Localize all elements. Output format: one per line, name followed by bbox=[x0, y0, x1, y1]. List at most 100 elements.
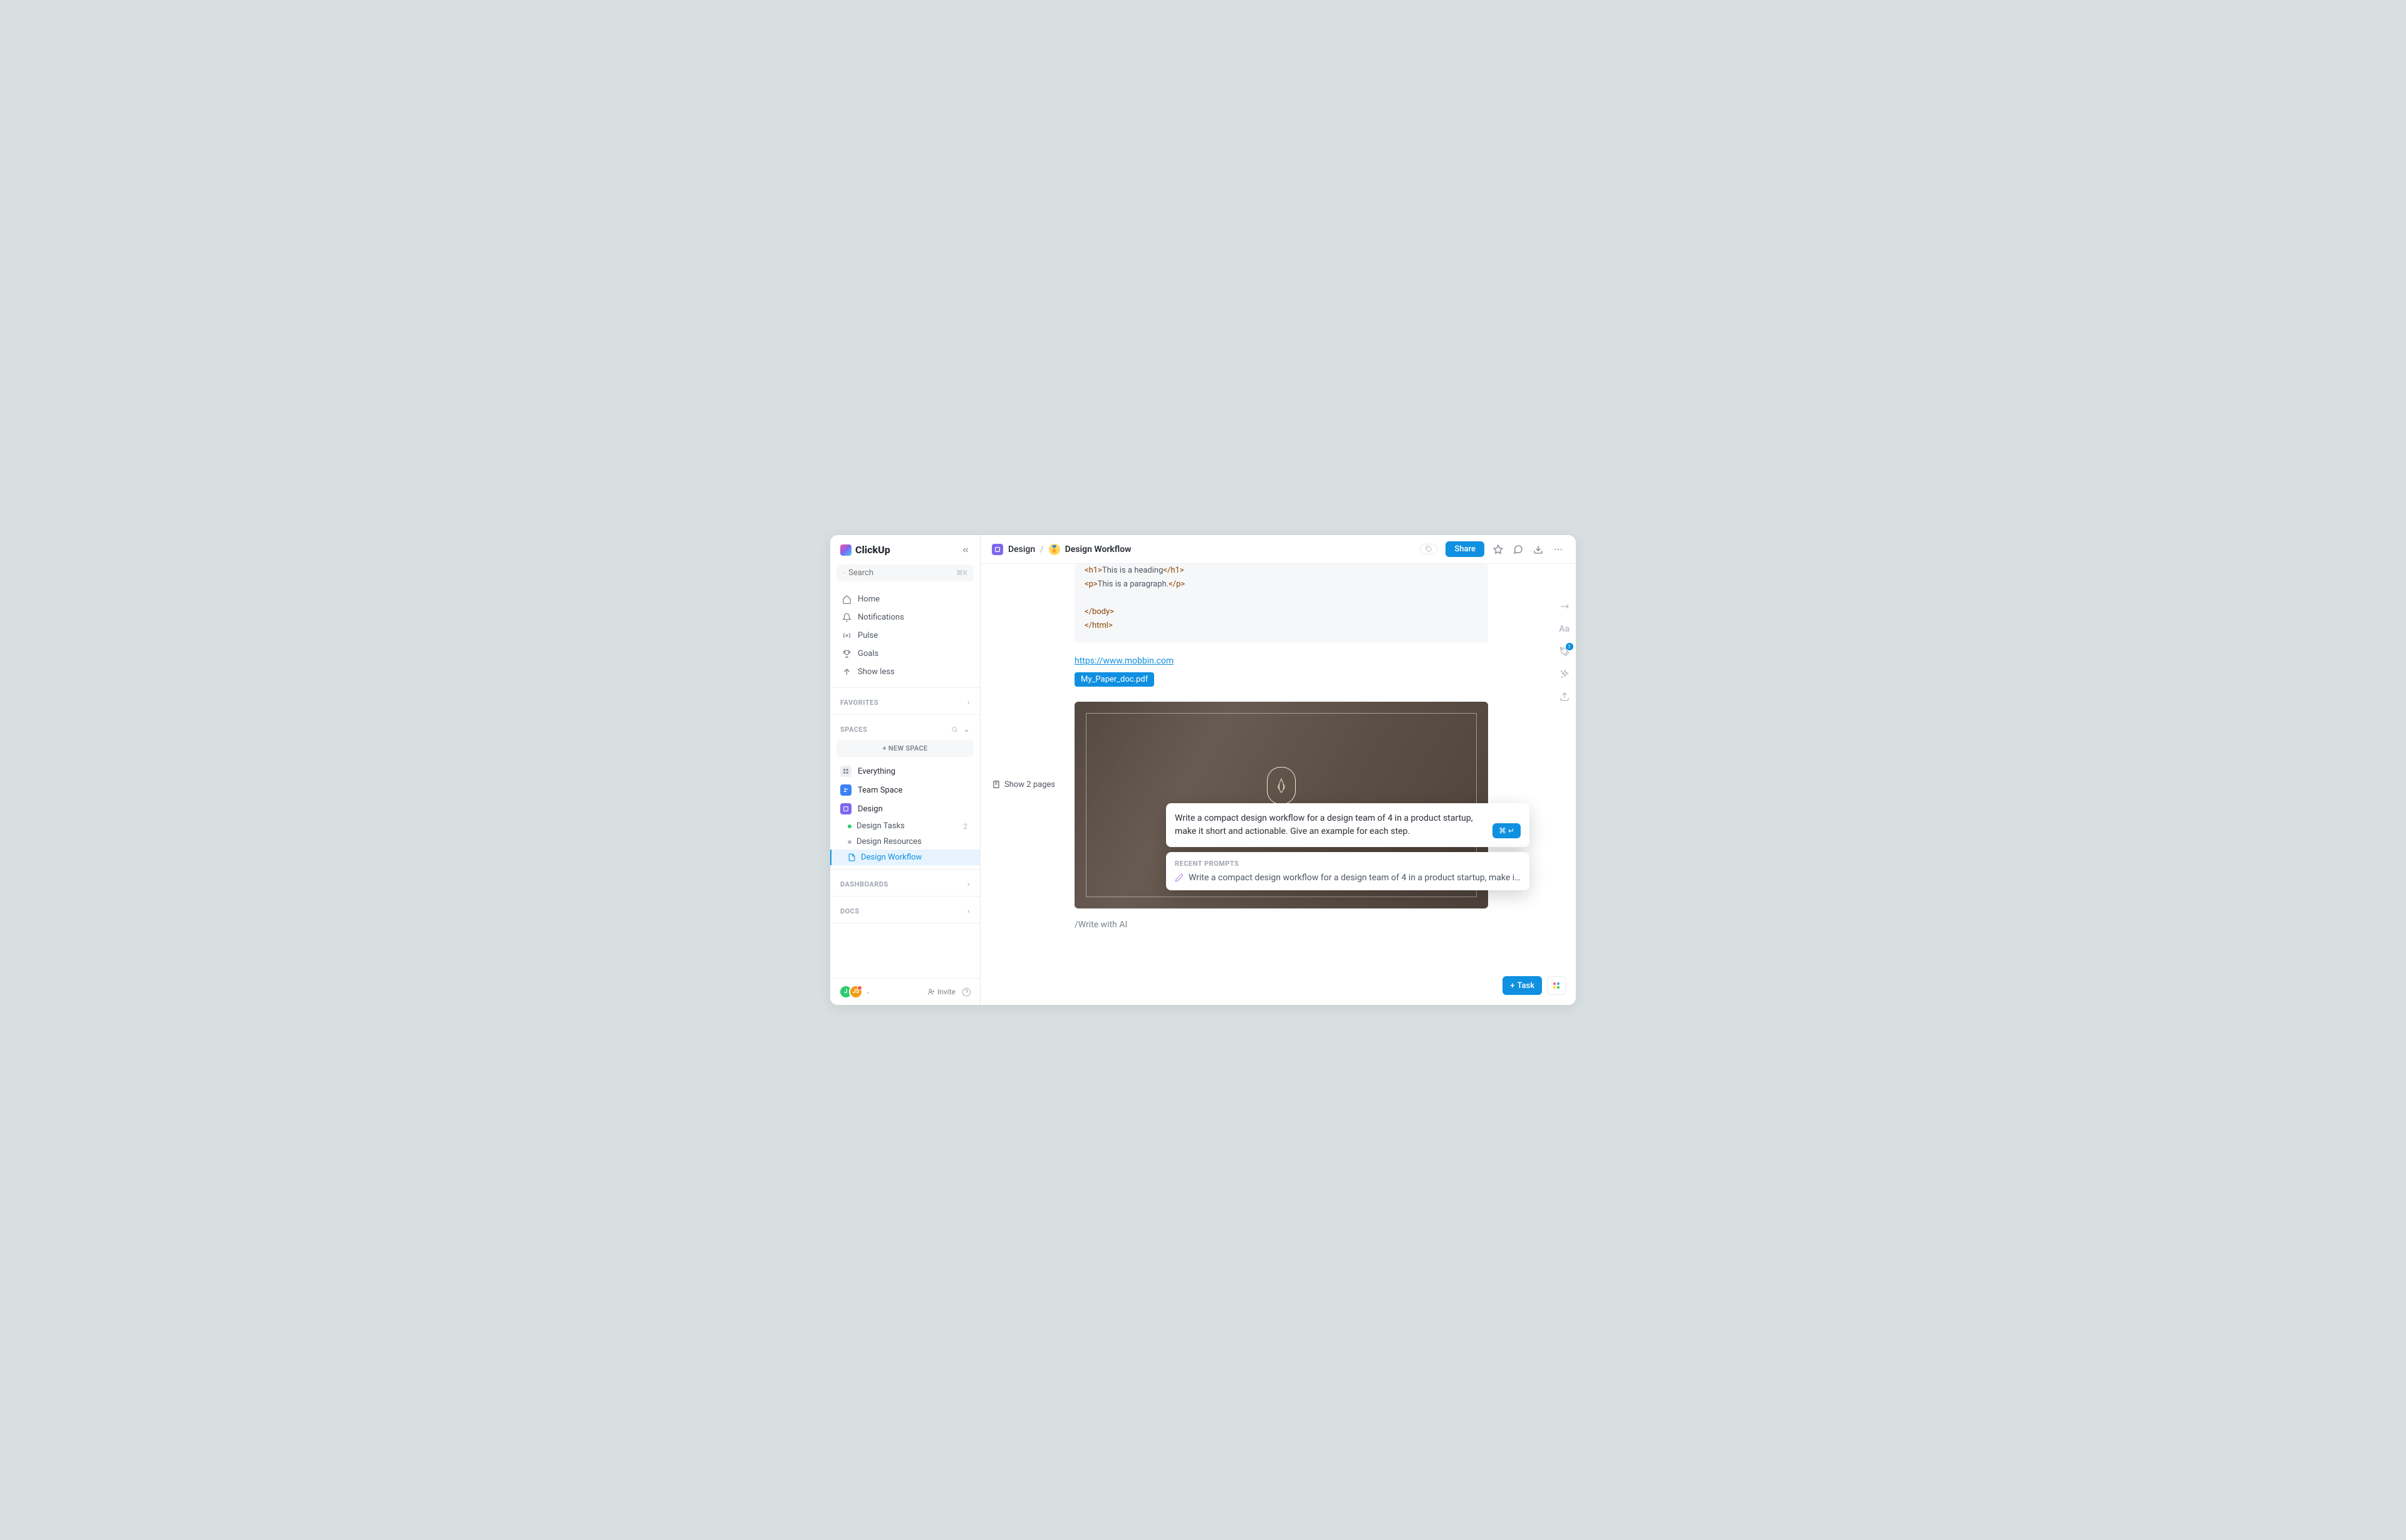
section-spaces[interactable]: SPACES ⌄ bbox=[830, 719, 980, 737]
design-space-icon bbox=[992, 544, 1003, 555]
invite-button[interactable]: Invite bbox=[927, 987, 956, 996]
ai-assist-icon[interactable] bbox=[1560, 647, 1570, 657]
nav-show-less[interactable]: Show less bbox=[830, 663, 980, 681]
help-icon[interactable] bbox=[962, 987, 971, 997]
task-button-label: Task bbox=[1517, 981, 1534, 991]
apps-grid-icon bbox=[1553, 982, 1560, 989]
nav-label: Goals bbox=[858, 649, 878, 658]
brand-logo[interactable]: ClickUp bbox=[840, 544, 890, 556]
invite-label: Invite bbox=[937, 987, 956, 996]
bell-icon bbox=[841, 613, 851, 622]
content-area: Show 2 pages <h1>This is a heading</h1> … bbox=[981, 564, 1576, 1005]
space-label: Design bbox=[858, 804, 883, 814]
ai-prompt-text[interactable]: Write a compact design workflow for a de… bbox=[1175, 812, 1486, 838]
tree-label: Design Workflow bbox=[861, 853, 922, 862]
more-icon[interactable] bbox=[1552, 543, 1565, 556]
magic-icon[interactable] bbox=[1560, 669, 1570, 679]
show-pages-toggle[interactable]: Show 2 pages bbox=[981, 564, 1075, 1005]
write-with-ai-hint: /Write with AI bbox=[1075, 920, 1488, 930]
new-space-button[interactable]: + NEW SPACE bbox=[836, 740, 974, 757]
collapse-sidebar-icon[interactable] bbox=[961, 546, 970, 554]
brand-name: ClickUp bbox=[855, 544, 890, 556]
app-window: ClickUp ⌘K Home Notifications Pulse bbox=[830, 535, 1576, 1005]
chevron-down-icon[interactable]: ⌄ bbox=[963, 725, 970, 734]
chevron-right-icon: › bbox=[967, 698, 970, 707]
pulse-icon bbox=[841, 631, 851, 640]
nav-notifications[interactable]: Notifications bbox=[830, 608, 980, 627]
breadcrumb: Design / 🏅 Design Workflow bbox=[992, 544, 1132, 555]
space-label: Everything bbox=[858, 767, 895, 776]
breadcrumb-page[interactable]: Design Workflow bbox=[1065, 544, 1132, 554]
arrow-up-icon bbox=[841, 667, 851, 677]
space-everything[interactable]: Everything bbox=[830, 762, 980, 781]
nav-label: Home bbox=[858, 595, 880, 604]
space-design[interactable]: Design bbox=[830, 799, 980, 818]
tag-icon[interactable] bbox=[1420, 544, 1438, 554]
nav-goals[interactable]: Goals bbox=[830, 645, 980, 663]
document-body[interactable]: <h1>This is a heading</h1> <p>This is a … bbox=[1075, 564, 1526, 1005]
section-favorites[interactable]: FAVORITES › bbox=[830, 692, 980, 710]
nav-label: Pulse bbox=[858, 631, 878, 640]
space-label: Team Space bbox=[858, 786, 903, 795]
topbar: Design / 🏅 Design Workflow Share bbox=[981, 535, 1576, 564]
ai-recent-text: Write a compact design workflow for a de… bbox=[1189, 873, 1521, 883]
space-team[interactable]: Team Space bbox=[830, 781, 980, 799]
tree-count: 2 bbox=[963, 822, 967, 831]
chevron-right-icon: › bbox=[967, 880, 970, 888]
share-button[interactable]: Share bbox=[1445, 541, 1484, 557]
tree-label: Design Tasks bbox=[857, 821, 905, 831]
tree-design-resources[interactable]: Design Resources bbox=[830, 834, 980, 850]
user-plus-icon bbox=[927, 988, 935, 996]
comment-icon[interactable] bbox=[1512, 543, 1524, 556]
pages-icon bbox=[992, 780, 1001, 789]
apps-button[interactable] bbox=[1547, 976, 1566, 995]
breadcrumb-space[interactable]: Design bbox=[1008, 544, 1035, 554]
team-icon bbox=[840, 784, 851, 796]
divider bbox=[830, 687, 980, 688]
search-icon bbox=[843, 569, 845, 577]
upload-icon[interactable] bbox=[1560, 692, 1570, 702]
section-dashboards[interactable]: DASHBOARDS › bbox=[830, 873, 980, 892]
design-space-icon bbox=[840, 803, 851, 814]
external-link[interactable]: https://www.mobbin.com bbox=[1075, 654, 1488, 666]
expand-icon[interactable] bbox=[1560, 601, 1570, 611]
divider bbox=[830, 714, 980, 715]
search-spaces-icon[interactable] bbox=[951, 726, 958, 733]
tree-label: Design Resources bbox=[857, 837, 922, 846]
section-label: FAVORITES bbox=[840, 699, 878, 707]
status-dot-icon bbox=[848, 840, 851, 844]
ai-recent-item[interactable]: Write a compact design workflow for a de… bbox=[1175, 873, 1521, 883]
section-docs[interactable]: DOCS › bbox=[830, 900, 980, 919]
trophy-icon bbox=[841, 649, 851, 658]
tree-design-workflow[interactable]: Design Workflow bbox=[830, 850, 980, 865]
star-icon[interactable] bbox=[1492, 543, 1504, 556]
ai-submit-button[interactable]: ⌘ ↵ bbox=[1492, 823, 1521, 838]
typography-icon[interactable]: Aa bbox=[1559, 624, 1570, 634]
chevron-right-icon: › bbox=[967, 907, 970, 915]
nav-home[interactable]: Home bbox=[830, 590, 980, 608]
primary-nav: Home Notifications Pulse Goals Show less bbox=[830, 588, 980, 684]
download-icon[interactable] bbox=[1532, 543, 1544, 556]
doc-icon bbox=[848, 853, 856, 861]
new-task-button[interactable]: + Task bbox=[1502, 976, 1542, 995]
avatar: JS bbox=[849, 985, 863, 999]
nav-label: Show less bbox=[858, 667, 895, 677]
ai-recent-panel: RECENT PROMPTS Write a compact design wo… bbox=[1166, 852, 1529, 890]
grid-icon bbox=[840, 766, 851, 777]
link-text[interactable]: https://www.mobbin.com bbox=[1075, 656, 1174, 666]
sidebar-footer: J JS ⌄ Invite bbox=[830, 978, 980, 1005]
ai-recent-label: RECENT PROMPTS bbox=[1175, 860, 1521, 868]
search-input-wrapper[interactable]: ⌘K bbox=[836, 564, 974, 581]
bottom-actions: + Task bbox=[1502, 976, 1566, 995]
user-avatars[interactable]: J JS bbox=[839, 985, 863, 999]
chevron-down-icon[interactable]: ⌄ bbox=[865, 989, 870, 996]
ai-prompt-input[interactable]: Write a compact design workflow for a de… bbox=[1166, 803, 1529, 847]
home-icon bbox=[841, 595, 851, 604]
nav-pulse[interactable]: Pulse bbox=[830, 627, 980, 645]
file-attachment[interactable]: My_Paper_doc.pdf bbox=[1075, 672, 1154, 687]
breadcrumb-separator: / bbox=[1040, 544, 1043, 554]
tree-design-tasks[interactable]: Design Tasks 2 bbox=[830, 818, 980, 834]
search-input[interactable] bbox=[848, 568, 952, 578]
show-pages-label: Show 2 pages bbox=[1004, 780, 1055, 789]
main-content: Design / 🏅 Design Workflow Share Show 2 … bbox=[981, 535, 1576, 1005]
